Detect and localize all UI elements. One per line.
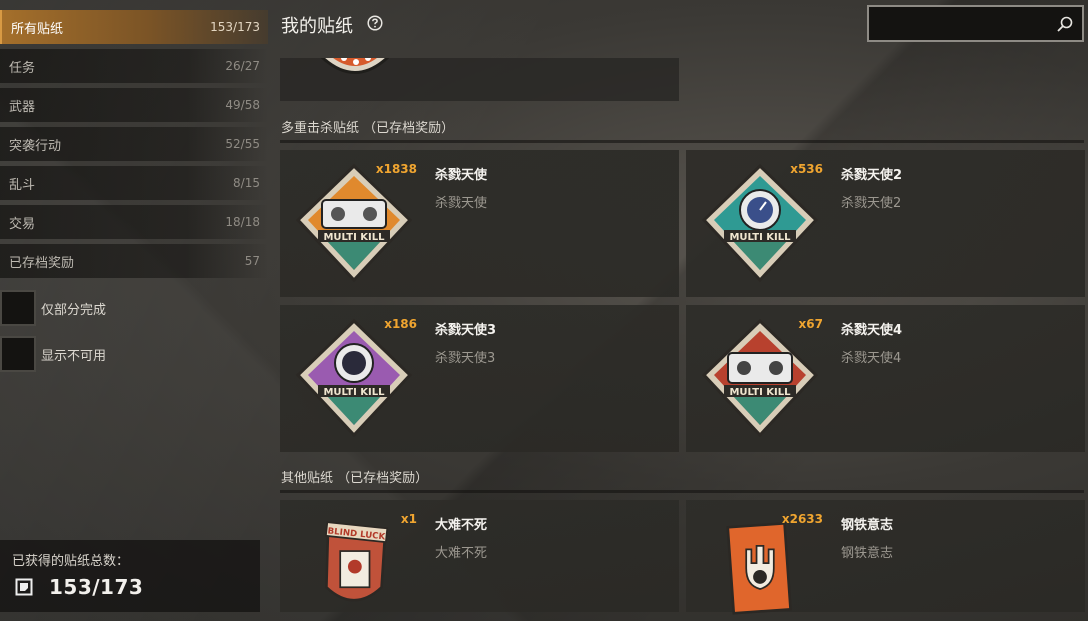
checkbox-label: 仅部分完成	[41, 302, 107, 318]
sticker-card[interactable]: MULTI KILL x67 杀戮天使4 杀戮天使4	[686, 305, 1085, 452]
sticker-name: 杀戮天使4	[841, 323, 903, 338]
sidebar-item-label: 突袭行动	[9, 138, 62, 154]
multi-kill-sticker-image: MULTI KILL	[295, 318, 413, 438]
sticker-name: 大难不死	[435, 518, 488, 533]
sticker-card[interactable]: MULTI KILL x1838 杀戮天使 杀戮天使	[280, 150, 679, 297]
sticker-quantity: x186	[384, 317, 417, 331]
sidebar-item-count: 8/15	[233, 176, 260, 190]
svg-text:MULTI KILL: MULTI KILL	[323, 232, 385, 243]
section-title: 其他贴纸 （已存档奖励）	[281, 471, 429, 486]
sticker-card[interactable]: x2633 钢铁意志 钢铁意志	[686, 500, 1085, 615]
sidebar-item-count: 26/27	[225, 59, 260, 73]
sticker-description: 大难不死	[435, 546, 488, 561]
svg-text:MULTI KILL: MULTI KILL	[729, 387, 791, 398]
sticker-description: 钢铁意志	[841, 546, 894, 561]
sticker-name: 杀戮天使3	[435, 323, 497, 338]
sticker-card-partial[interactable]	[280, 58, 679, 101]
filter-show-unavailable-checkbox[interactable]: 显示不可用	[0, 336, 106, 372]
section-divider	[280, 490, 1084, 493]
sidebar-item-archived-rewards[interactable]: 已存档奖励 57	[0, 244, 268, 278]
sticker-card[interactable]: MULTI KILL x186 杀戮天使3 杀戮天使3	[280, 305, 679, 452]
search-box[interactable]	[867, 5, 1084, 42]
total-value: 153/173	[49, 575, 144, 599]
sticker-name: 钢铁意志	[841, 518, 894, 533]
svg-text:MULTI KILL: MULTI KILL	[729, 232, 791, 243]
sidebar-item-weapons[interactable]: 武器 49/58	[0, 88, 268, 122]
sidebar-item-count: 52/55	[225, 137, 260, 151]
sidebar-item-label: 任务	[9, 60, 36, 76]
search-input[interactable]	[869, 7, 1049, 40]
filter-partial-only-checkbox[interactable]: 仅部分完成	[0, 290, 106, 326]
section-title: 多重击杀贴纸 （已存档奖励）	[281, 121, 455, 136]
sidebar-item-count: 153/173	[210, 20, 260, 34]
checkbox-box[interactable]	[0, 336, 36, 372]
stickers-total-panel: 已获得的贴纸总数： 153/173	[0, 540, 260, 612]
multi-kill-sticker-image: MULTI KILL	[701, 318, 819, 438]
total-label: 已获得的贴纸总数：	[12, 554, 130, 569]
sidebar-item-label: 武器	[9, 99, 36, 115]
sidebar-item-label: 乱斗	[9, 177, 36, 193]
multi-kill-sticker-image: MULTI KILL	[295, 163, 413, 283]
multi-kill-sticker-image: MULTI KILL	[701, 163, 819, 283]
sticker-description: 杀戮天使2	[841, 196, 902, 211]
sticker-card[interactable]: MULTI KILL x536 杀戮天使2 杀戮天使2	[686, 150, 1085, 297]
sticker-name: 杀戮天使2	[841, 168, 903, 183]
sticker-icon	[15, 578, 33, 596]
sticker-card[interactable]: BLIND LUCK x1 大难不死 大难不死	[280, 500, 679, 612]
section-divider	[280, 140, 1084, 143]
checkbox-label: 显示不可用	[41, 348, 107, 364]
sticker-quantity: x536	[790, 162, 823, 176]
sidebar-item-label: 所有贴纸	[11, 21, 64, 37]
help-icon[interactable]	[367, 15, 383, 31]
svg-text:MULTI KILL: MULTI KILL	[323, 387, 385, 398]
sticker-quantity: x2633	[781, 512, 823, 526]
sticker-quantity: x1	[400, 512, 417, 526]
sidebar-item-count: 57	[244, 254, 260, 268]
sticker-image	[320, 58, 390, 74]
sticker-description: 杀戮天使4	[841, 351, 902, 366]
sidebar-item-missions[interactable]: 任务 26/27	[0, 49, 268, 83]
sticker-description: 杀戮天使	[435, 196, 488, 211]
sidebar-item-trade[interactable]: 交易 18/18	[0, 205, 268, 239]
sticker-description: 杀戮天使3	[435, 351, 496, 366]
page-title: 我的贴纸	[281, 16, 353, 37]
sidebar-item-count: 18/18	[225, 215, 260, 229]
sidebar-item-brawl[interactable]: 乱斗 8/15	[0, 166, 268, 200]
checkbox-box[interactable]	[0, 290, 36, 326]
sticker-name: 杀戮天使	[435, 168, 488, 183]
blind-luck-sticker-image: BLIND LUCK	[324, 521, 389, 602]
sticker-quantity: x1838	[375, 162, 417, 176]
sidebar-item-label: 交易	[9, 216, 36, 232]
sidebar-item-strikes[interactable]: 突袭行动 52/55	[0, 127, 268, 161]
search-icon[interactable]	[1056, 15, 1074, 33]
sticker-quantity: x67	[798, 317, 823, 331]
sidebar: 所有贴纸 153/173 任务 26/27 武器 49/58 突袭行动 52/5…	[0, 0, 270, 621]
sidebar-item-label: 已存档奖励	[9, 255, 75, 271]
sidebar-item-count: 49/58	[225, 98, 260, 112]
sidebar-item-all-stickers[interactable]: 所有贴纸 153/173	[0, 10, 268, 44]
